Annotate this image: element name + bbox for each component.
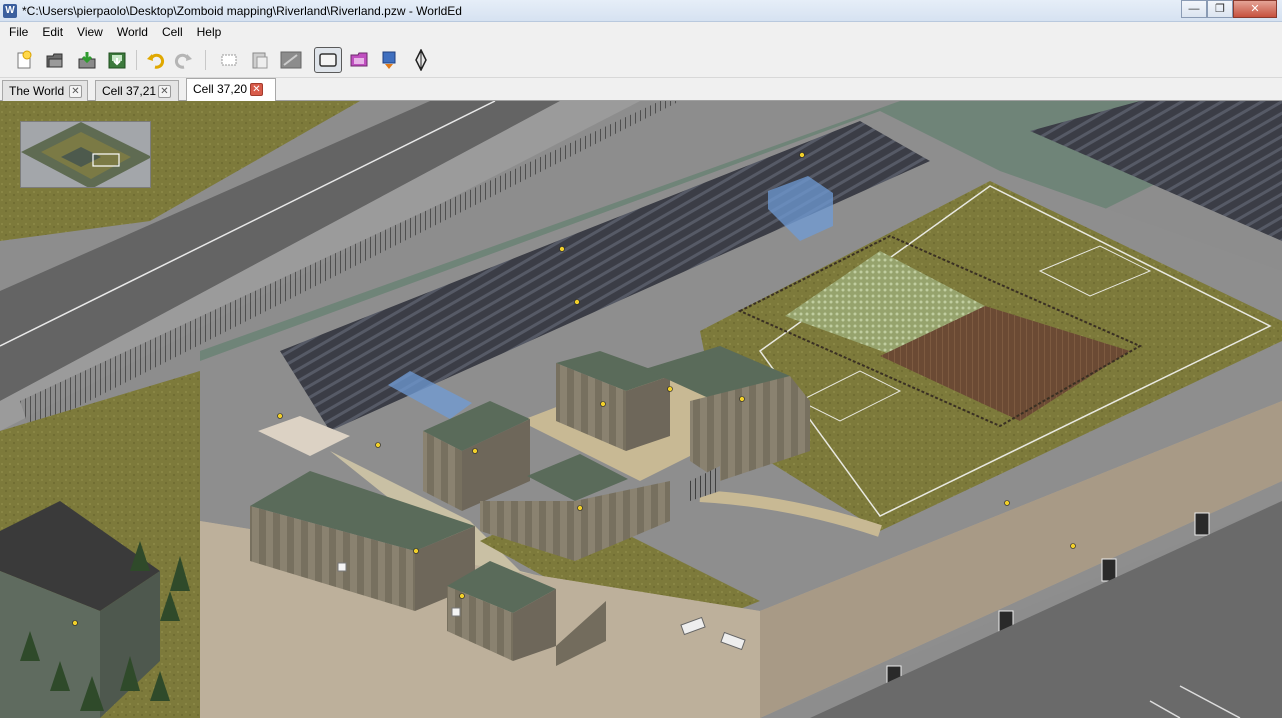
paste-icon bbox=[252, 52, 268, 69]
select-button[interactable] bbox=[217, 48, 241, 72]
rectangle-select-icon bbox=[319, 53, 337, 67]
close-tab-icon[interactable]: ✕ bbox=[69, 85, 82, 98]
window-controls: — ❐ ✕ bbox=[1181, 0, 1277, 18]
menu-view[interactable]: View bbox=[70, 22, 110, 42]
undo-icon bbox=[147, 53, 165, 69]
close-tab-icon[interactable]: ✕ bbox=[250, 83, 263, 96]
save-icon bbox=[78, 52, 96, 69]
tab-label: Cell 37,21 bbox=[102, 84, 157, 98]
isometric-map bbox=[0, 101, 1282, 718]
minimap-preview bbox=[21, 122, 150, 187]
close-tab-icon[interactable]: ✕ bbox=[158, 85, 171, 98]
title-bar: W *C:\Users\pierpaolo\Desktop\Zomboid ma… bbox=[0, 0, 1282, 22]
tab-label: The World bbox=[9, 84, 65, 98]
toolbar bbox=[0, 42, 1282, 78]
object-button[interactable] bbox=[377, 48, 401, 72]
document-tabs: The World ✕ Cell 37,21 ✕ Cell 37,20 ✕ bbox=[0, 78, 1282, 101]
redo-icon bbox=[174, 53, 192, 69]
level-icon bbox=[415, 49, 427, 71]
paste-button[interactable] bbox=[248, 48, 272, 72]
tab-the-world[interactable]: The World ✕ bbox=[2, 80, 88, 101]
save-as-icon bbox=[108, 52, 126, 69]
minimap[interactable] bbox=[20, 121, 151, 188]
undo-button[interactable] bbox=[143, 48, 167, 72]
worlded-app-icon: W bbox=[3, 4, 17, 18]
save-as-button[interactable] bbox=[105, 48, 129, 72]
tab-cell-37-20[interactable]: Cell 37,20 ✕ bbox=[186, 78, 276, 101]
menu-file[interactable]: File bbox=[2, 22, 35, 42]
save-button[interactable] bbox=[75, 48, 99, 72]
select-icon bbox=[221, 54, 237, 66]
menu-edit[interactable]: Edit bbox=[35, 22, 70, 42]
object-icon bbox=[382, 51, 396, 69]
menu-bar: File Edit View World Cell Help bbox=[0, 22, 1282, 42]
move-icon bbox=[280, 51, 302, 69]
cell-map-view[interactable] bbox=[0, 101, 1282, 718]
lot-icon bbox=[350, 52, 368, 67]
redo-button[interactable] bbox=[172, 48, 196, 72]
menu-cell[interactable]: Cell bbox=[155, 22, 190, 42]
new-world-button[interactable] bbox=[12, 48, 36, 72]
tab-cell-37-21[interactable]: Cell 37,21 ✕ bbox=[95, 80, 179, 101]
open-button[interactable] bbox=[43, 48, 67, 72]
tab-label: Cell 37,20 bbox=[193, 82, 248, 96]
new-world-icon bbox=[17, 50, 32, 69]
move-button[interactable] bbox=[279, 48, 303, 72]
rectangle-select-button[interactable] bbox=[314, 47, 342, 73]
open-icon bbox=[46, 53, 63, 68]
menu-world[interactable]: World bbox=[110, 22, 155, 42]
minimize-button[interactable]: — bbox=[1181, 0, 1207, 18]
lot-button[interactable] bbox=[347, 48, 371, 72]
close-window-button[interactable]: ✕ bbox=[1233, 0, 1277, 18]
maximize-button[interactable]: ❐ bbox=[1207, 0, 1233, 18]
level-button[interactable] bbox=[409, 48, 433, 72]
menu-help[interactable]: Help bbox=[190, 22, 229, 42]
window-title: *C:\Users\pierpaolo\Desktop\Zomboid mapp… bbox=[22, 4, 462, 18]
